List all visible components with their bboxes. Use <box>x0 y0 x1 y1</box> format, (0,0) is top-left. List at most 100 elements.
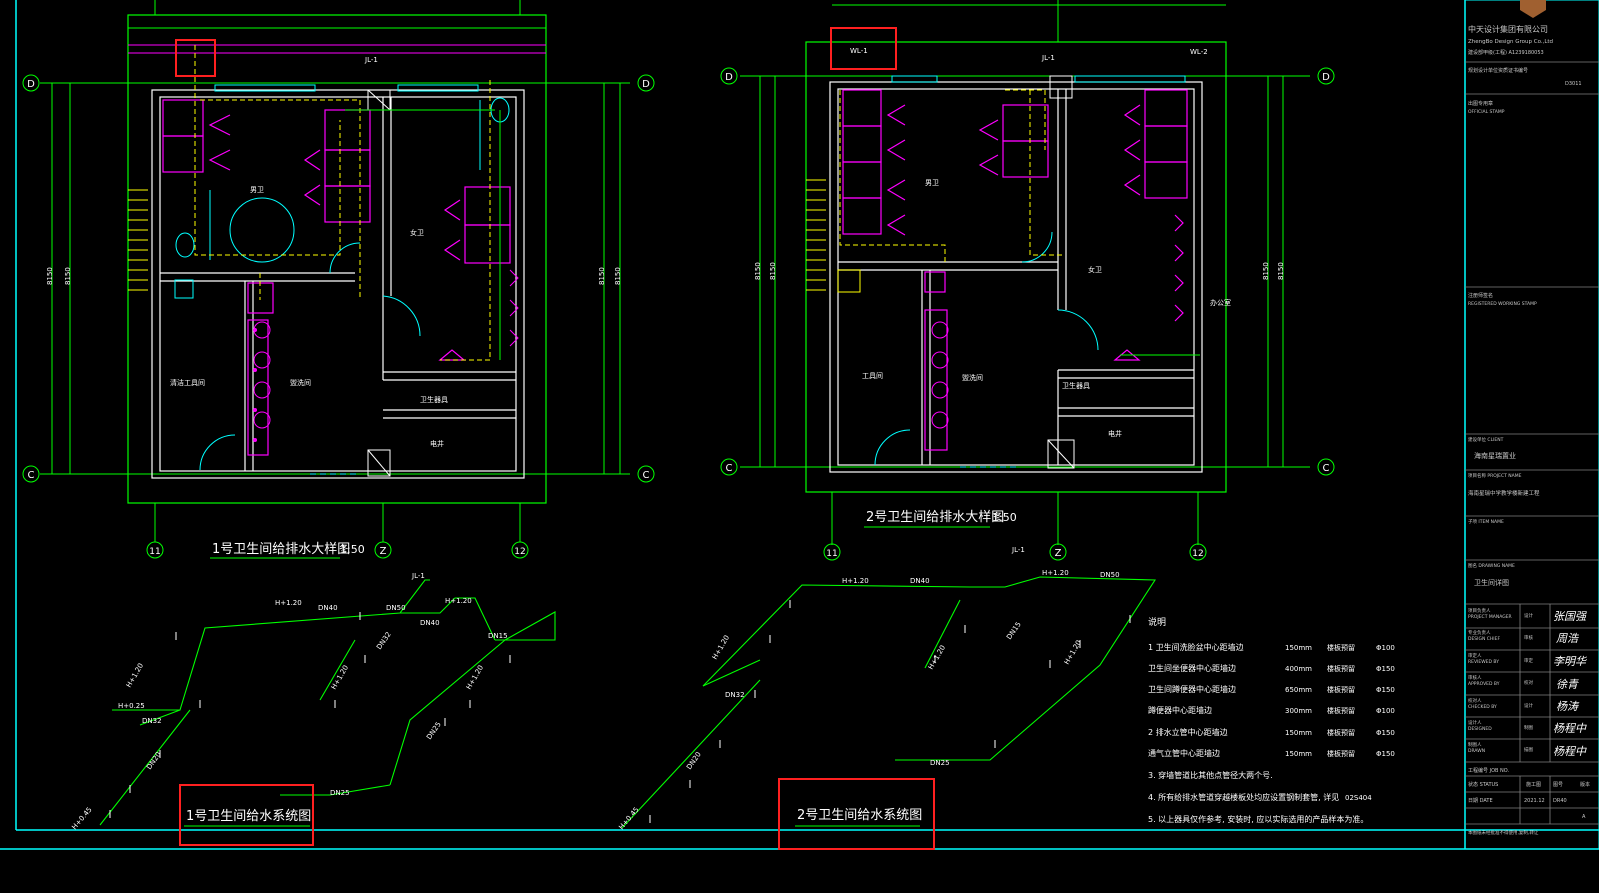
room-mens-2: 男卫 <box>925 179 939 187</box>
tb-edition: A <box>1582 814 1586 820</box>
sys2-h1: H+1.20 <box>842 577 869 585</box>
tb-reg-en: REGISTERED WORKING STAMP <box>1468 301 1537 307</box>
note-val-6c: Φ150 <box>1376 750 1395 758</box>
dim-plan1-3: 8150 <box>598 267 606 285</box>
tb-reg-label: 注册师签名 <box>1468 292 1493 299</box>
tb-role2-cn: 专业负责人 <box>1468 629 1491 636</box>
tb-role4-short: 校对 <box>1524 679 1533 686</box>
sys1-h6: H+0.25 <box>118 702 145 710</box>
tb-role5-cn: 校对人 <box>1468 697 1482 704</box>
note-line-2: 卫生间坐便器中心距墙边 <box>1148 663 1236 673</box>
tb-edition-label: 版本 <box>1580 781 1590 788</box>
sys1-dn1: DN40 <box>318 604 338 612</box>
note-val-1b: 楼板预留 <box>1327 643 1355 652</box>
note-line-5: 2 排水立管中心距墙边 <box>1148 727 1228 737</box>
tb-project-label: 项目名称 PROJECT NAME <box>1468 472 1522 479</box>
tb-drawing: 卫生间详图 <box>1474 578 1509 587</box>
note-val-5a: 150mm <box>1285 729 1312 737</box>
note-line-6: 通气立管中心距墙边 <box>1148 748 1220 758</box>
tb-role2-short: 审核 <box>1524 634 1533 641</box>
room-womens-2: 女卫 <box>1088 265 1102 274</box>
tb-sign2: 周浩 <box>1556 632 1580 645</box>
tb-sign7: 杨程中 <box>1553 745 1587 758</box>
axis-d-right-2: D <box>1322 72 1330 83</box>
sys1-h1: H+1.20 <box>275 599 302 607</box>
tb-sign4: 徐青 <box>1556 678 1579 691</box>
tb-stamp-label: 出图专用章 <box>1468 100 1493 107</box>
tb-line2: 规划设计单位资质证书编号 <box>1468 67 1528 74</box>
tb-role3-en: REVIEWED BY <box>1468 659 1499 665</box>
plan1-title: 1号卫生间给排水大样图 <box>212 542 350 557</box>
riser-label-plan2-wl1: WL-1 <box>850 47 868 55</box>
room-storage-2: 卫生器具 <box>1062 381 1090 390</box>
tb-role5-en: CHECKED BY <box>1468 704 1497 710</box>
note-line-7: 3. 穿墙管道比其他点管径大两个号. <box>1148 770 1273 780</box>
sys1-dn2: DN50 <box>386 604 406 612</box>
tb-role3-short: 审定 <box>1524 657 1533 664</box>
room-storage-1: 卫生器具 <box>420 395 448 404</box>
axis-d-right-1: D <box>642 79 650 90</box>
tb-status: 施工图 <box>1526 781 1541 788</box>
tb-role6-short: 制图 <box>1524 724 1533 731</box>
note-line-1: 1 卫生间洗脸盆中心距墙边 <box>1148 642 1244 652</box>
axis-c-right-2: C <box>1323 463 1330 474</box>
system1-title: 1号卫生间给水系统图 <box>186 809 311 824</box>
room-elec-2: 电井 <box>1108 429 1122 438</box>
tb-role4-en: APPROVED BY <box>1468 681 1500 687</box>
room-tool-2: 工具间 <box>862 372 883 380</box>
dim-plan2-3: 8150 <box>1262 262 1270 280</box>
tb-role7-en: DRAWN <box>1468 748 1485 754</box>
riser-label-plan2-wl2: WL-2 <box>1190 48 1208 56</box>
sys2-dn3: DN32 <box>725 691 745 699</box>
note-val-6a: 150mm <box>1285 750 1312 758</box>
axis-11-plan1: 11 <box>149 547 160 557</box>
riser-label-plan2-jl1: JL-1 <box>1041 54 1055 62</box>
note-line-8: 4. 所有给排水管道穿越楼板处均应设置钢制套管, 详见 <box>1148 792 1339 802</box>
tb-project: 海南星瑞中学教学楼新建工程 <box>1468 489 1540 497</box>
tb-role2-en: DESIGN CHIEF <box>1468 636 1500 642</box>
note-val-2b: 楼板预留 <box>1327 664 1355 673</box>
note-ref: 02S404 <box>1345 794 1372 802</box>
dim-plan2-1: 8150 <box>754 262 762 280</box>
dim-plan1-2: 8150 <box>64 267 72 285</box>
notes-heading: 说明 <box>1148 616 1166 628</box>
plan2-title: 2号卫生间给排水大样图 <box>866 510 1004 525</box>
note-line-9: 5. 以上器具仅作参考, 安装时, 应以实际选用的产品样本为准。 <box>1148 814 1368 824</box>
note-val-4a: 300mm <box>1285 707 1312 715</box>
note-val-6b: 楼板预留 <box>1327 749 1355 758</box>
axis-c-left-1: C <box>28 470 35 481</box>
dim-plan2-2: 8150 <box>769 262 777 280</box>
room-wash-1: 盥洗间 <box>290 378 311 387</box>
note-val-5b: 楼板预留 <box>1327 728 1355 737</box>
tb-date-label: 日期 DATE <box>1468 798 1493 804</box>
tb-date: 2021.12 <box>1524 798 1545 804</box>
axis-12-plan2: 12 <box>1192 549 1203 559</box>
sys1-h2: H+1.20 <box>445 597 472 605</box>
axis-z-plan2: Z <box>1055 548 1062 559</box>
tb-client-label: 建设单位 CLIENT <box>1468 436 1504 443</box>
tb-project-no: D3011 <box>1565 81 1582 87</box>
note-val-2a: 400mm <box>1285 665 1312 673</box>
tb-stamp-en: OFFICIAL STAMP <box>1468 109 1505 115</box>
axis-d-left-1: D <box>27 79 35 90</box>
tb-jobno-label: 工程编号 JOB NO. <box>1468 767 1509 774</box>
note-val-4c: Φ100 <box>1376 707 1395 715</box>
tb-role1-short: 设计 <box>1524 612 1533 619</box>
note-val-5c: Φ150 <box>1376 729 1395 737</box>
sys2-dn4: DN25 <box>930 759 950 767</box>
tb-sheet-label: 图号 <box>1553 782 1563 788</box>
room-mens-1: 男卫 <box>250 186 264 194</box>
note-line-3: 卫生间蹲便器中心距墙边 <box>1148 684 1236 694</box>
note-val-1c: Φ100 <box>1376 644 1395 652</box>
tb-footer: 本图纸未经批准不得使用,复制,转让 <box>1468 829 1539 836</box>
tb-role3-cn: 审定人 <box>1468 652 1482 659</box>
dim-plan2-4: 8150 <box>1277 262 1285 280</box>
note-line-4: 蹲便器中心距墙边 <box>1148 705 1212 715</box>
note-val-2c: Φ150 <box>1376 665 1395 673</box>
axis-d-left-2: D <box>725 72 733 83</box>
axis-c-left-2: C <box>726 463 733 474</box>
note-val-1a: 150mm <box>1285 644 1312 652</box>
tb-client: 海南星瑞置业 <box>1474 451 1516 460</box>
tb-cert: 建设部甲级(工程) A1239180053 <box>1468 49 1544 56</box>
note-val-3b: 楼板预留 <box>1327 685 1355 694</box>
